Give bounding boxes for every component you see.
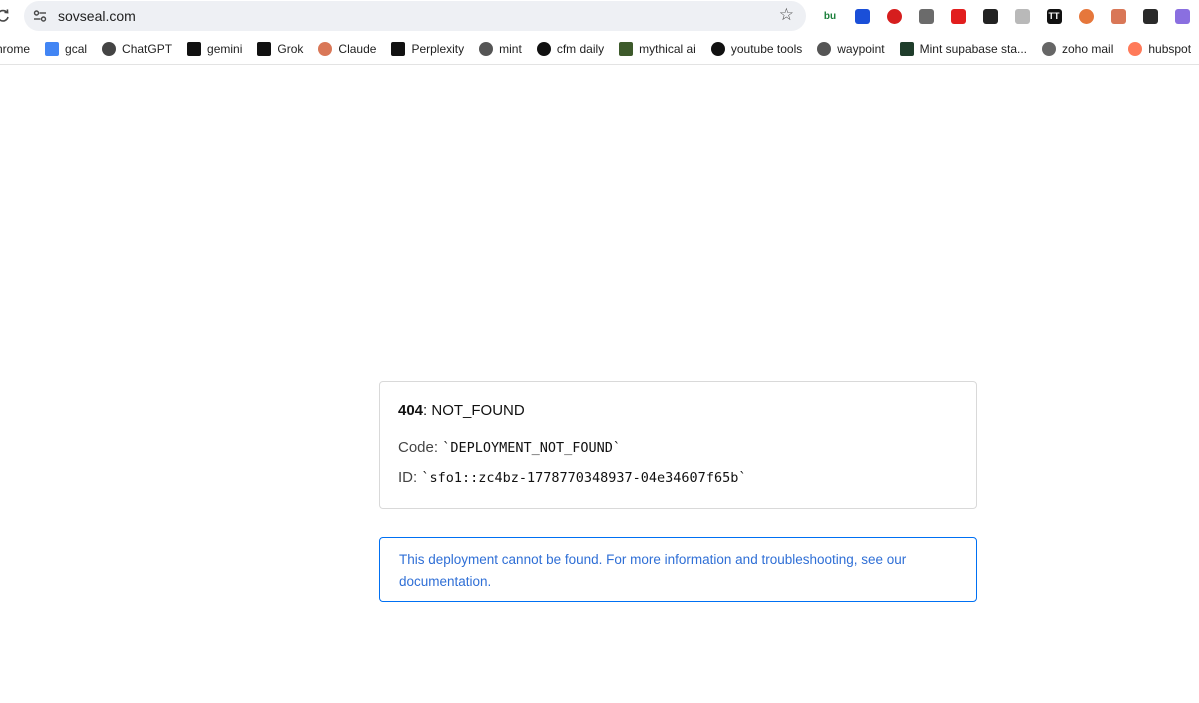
bu-extension-icon[interactable]: bu <box>814 5 846 27</box>
wand-icon <box>479 41 494 56</box>
bookmark-mint[interactable]: mint <box>471 37 529 61</box>
mail-icon <box>1042 41 1056 56</box>
bookmark-label: hrome <box>0 41 31 56</box>
notice-text[interactable]: This deployment cannot be found. For mor… <box>399 552 906 589</box>
error-code-number: 404 <box>398 402 424 419</box>
tt-extension-icon[interactable]: TT <box>1038 5 1070 27</box>
signal-extension-icon[interactable] <box>1166 5 1198 27</box>
opera-extension-icon[interactable] <box>878 5 910 27</box>
claude-extension-icon-glyph <box>1110 8 1126 24</box>
supabase-icon <box>899 41 914 56</box>
bookmark-label: hubspot <box>1148 41 1192 56</box>
error-code-label: Code: <box>398 439 443 456</box>
bookmark-label: Claude <box>338 41 377 56</box>
error-status: 404: NOT_FOUND <box>398 402 958 420</box>
vee-extension-icon-glyph <box>854 8 870 24</box>
gemini-icon <box>187 41 202 56</box>
youtube-extension-icon[interactable] <box>942 5 974 27</box>
link-extension-icon-glyph <box>1142 8 1158 24</box>
bookmark-mint-supabase-sta[interactable]: Mint supabase sta... <box>892 37 1034 61</box>
bookmark-mythical-ai[interactable]: mythical ai <box>611 37 703 61</box>
bookmark-label: Mint supabase sta... <box>919 41 1027 56</box>
address-bar[interactable]: sovseal.com ☆ <box>24 1 806 31</box>
error-card: 404: NOT_FOUND Code: `DEPLOYMENT_NOT_FOU… <box>379 381 977 509</box>
site-info-icon[interactable] <box>33 8 47 24</box>
info-notice[interactable]: This deployment cannot be found. For mor… <box>379 537 977 602</box>
puzzle-extension-icon[interactable] <box>1006 5 1038 27</box>
bookmark-zoho-mail[interactable]: zoho mail <box>1034 37 1120 61</box>
bookmark-hubspot[interactable]: hubspot <box>1120 37 1198 61</box>
hand-extension-icon-glyph <box>1078 8 1094 24</box>
url-text[interactable]: sovseal.com <box>58 8 136 24</box>
youtube-extension-icon-glyph <box>950 8 966 24</box>
tt-extension-icon-glyph: TT <box>1046 8 1062 24</box>
claude-icon <box>318 41 333 56</box>
triangle-circle-icon <box>536 41 551 56</box>
bookmark-star-icon[interactable]: ☆ <box>779 6 794 24</box>
bookmark-hrome[interactable]: hrome <box>0 37 37 61</box>
camera-extension-icon-glyph <box>918 8 934 24</box>
bookmark-cfm-daily[interactable]: cfm daily <box>529 37 611 61</box>
bookmark-waypoint[interactable]: waypoint <box>809 37 891 61</box>
error-id-row: ID: `sfo1::zc4bz-1778770348937-04e34607f… <box>398 469 958 487</box>
error-id-value: `sfo1::zc4bz-1778770348937-04e34607f65b` <box>421 470 747 486</box>
rocket-extension-icon[interactable] <box>974 5 1006 27</box>
bookmarks-bar: hrome gcal ChatGPT gemini Grok Claude Perplexi… <box>0 33 1199 65</box>
camera-extension-icon[interactable] <box>910 5 942 27</box>
bookmark-gcal[interactable]: gcal <box>37 37 94 61</box>
bookmark-label: ChatGPT <box>122 41 173 56</box>
bookmark-claude[interactable]: Claude <box>310 37 383 61</box>
bookmark-youtube-tools[interactable]: youtube tools <box>703 37 809 61</box>
x-icon <box>257 41 272 56</box>
perplexity-icon <box>391 41 406 56</box>
reload-icon[interactable] <box>0 8 10 24</box>
bookmark-label: mint <box>499 41 522 56</box>
bu-extension-icon-glyph: bu <box>822 8 838 24</box>
bookmark-label: youtube tools <box>730 41 803 56</box>
bookmark-label: waypoint <box>837 41 885 56</box>
signal-extension-icon-glyph <box>1174 8 1190 24</box>
mythical-icon <box>619 41 634 56</box>
google-calendar-icon <box>45 41 60 56</box>
browser-toolbar: sovseal.com ☆ bu TT <box>0 0 1199 33</box>
extensions-bar: bu TT <box>814 5 1198 27</box>
error-code-text: : NOT_FOUND <box>423 402 525 419</box>
bookmark-label: gemini <box>207 41 243 56</box>
error-code-row: Code: `DEPLOYMENT_NOT_FOUND` <box>398 439 958 457</box>
globe-icon <box>817 41 832 56</box>
error-code-value: `DEPLOYMENT_NOT_FOUND` <box>442 440 622 456</box>
bookmark-label: cfm daily <box>556 41 605 56</box>
vee-extension-icon[interactable] <box>846 5 878 27</box>
error-id-label: ID: <box>398 469 422 486</box>
bookmark-label: mythical ai <box>639 41 696 56</box>
bookmark-label: Perplexity <box>411 41 465 56</box>
hand-extension-icon[interactable] <box>1070 5 1102 27</box>
bookmark-grok[interactable]: Grok <box>249 37 310 61</box>
link-extension-icon[interactable] <box>1134 5 1166 27</box>
bookmark-chatgpt[interactable]: ChatGPT <box>94 37 179 61</box>
bookmark-gemini[interactable]: gemini <box>179 37 249 61</box>
opera-extension-icon-glyph <box>886 8 902 24</box>
claude-extension-icon[interactable] <box>1102 5 1134 27</box>
hubspot-icon <box>1128 41 1143 56</box>
puzzle-extension-icon-glyph <box>1014 8 1030 24</box>
rocket-extension-icon-glyph <box>982 8 998 24</box>
bookmark-label: Grok <box>277 41 304 56</box>
bookmark-perplexity[interactable]: Perplexity <box>383 37 471 61</box>
bookmark-label: gcal <box>65 41 88 56</box>
triangle-circle-icon <box>710 41 725 56</box>
chatgpt-icon <box>102 41 117 56</box>
bookmark-label: zoho mail <box>1062 41 1114 56</box>
